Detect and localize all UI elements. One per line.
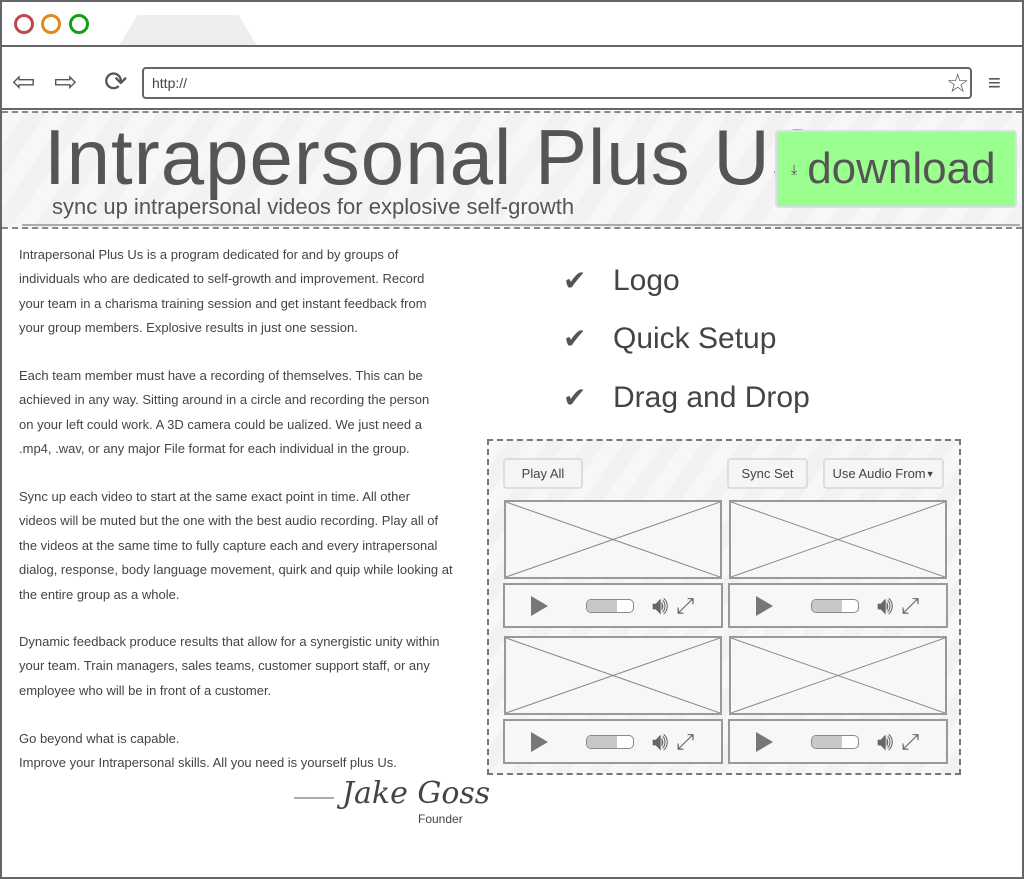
header-underline — [22, 224, 1020, 226]
text-line: your group members. Explosive results in… — [19, 320, 358, 336]
feature-item: Logo — [613, 264, 680, 297]
text-line: individuals who are dedicated to self-gr… — [19, 271, 425, 287]
text-line: Sync up each video to start at the same … — [19, 489, 410, 504]
play-icon[interactable] — [756, 595, 773, 616]
video-placeholder[interactable] — [504, 500, 722, 579]
text-line: the videos at the same time to fully cap… — [19, 537, 438, 553]
video-placeholder[interactable] — [729, 500, 947, 579]
play-all-button[interactable]: Play All — [503, 458, 583, 489]
text-line: Intrapersonal Plus Us is a program dedic… — [19, 247, 399, 262]
minimize-window-button[interactable] — [41, 14, 61, 34]
fullscreen-icon[interactable]: ⤢ — [676, 593, 694, 619]
reload-icon[interactable]: ⟳ — [104, 64, 127, 100]
back-arrow-icon[interactable]: ⇦ — [12, 64, 35, 100]
paragraph: Each team member must have a recording o… — [19, 364, 429, 462]
url-text: http:// — [152, 75, 188, 91]
play-icon[interactable] — [531, 595, 548, 616]
progress-fill — [812, 735, 842, 748]
download-label: download — [807, 144, 996, 193]
text-line: achieved in any way. Sitting around in a… — [19, 392, 430, 408]
text-line: .mp4, .wav, or any major File format for… — [19, 441, 410, 457]
audio-source-select[interactable]: Use Audio From ▼ — [823, 458, 944, 489]
tab-bar-divider — [0, 45, 1024, 47]
text-line: videos will be muted but the one with th… — [19, 513, 439, 529]
volume-icon[interactable]: 🔊︎ — [652, 590, 668, 622]
page-title: Intrapersonal Plus US — [44, 113, 824, 201]
paragraph: Intrapersonal Plus Us is a program dedic… — [19, 243, 427, 341]
fullscreen-icon[interactable]: ⤢ — [901, 729, 919, 755]
maximize-window-button[interactable] — [69, 14, 89, 34]
paragraph: Sync up each video to start at the same … — [19, 485, 453, 607]
dropdown-arrow-icon: ▼ — [925, 468, 935, 479]
checkmark-icon: ✔ — [563, 382, 587, 413]
fullscreen-icon[interactable]: ⤢ — [676, 729, 694, 755]
text-line: your team. Train managers, sales teams, … — [19, 658, 430, 674]
text-line: your team in a charisma training session… — [19, 295, 427, 311]
audio-source-label: Use Audio From — [832, 466, 926, 481]
feature-item: Quick Setup — [613, 322, 777, 355]
volume-icon[interactable]: 🔊︎ — [877, 590, 893, 622]
page-subtitle: sync up intrapersonal videos for explosi… — [52, 194, 575, 219]
checkmark-icon: ✔ — [563, 323, 587, 354]
signature-dash — [294, 797, 334, 799]
image-placeholder-icon — [505, 501, 721, 578]
text-line: the entire group as a whole. — [19, 586, 180, 602]
play-icon[interactable] — [756, 731, 773, 752]
forward-arrow-icon[interactable]: ⇨ — [54, 64, 77, 100]
nav-bar-divider — [0, 108, 1024, 110]
paragraph: Dynamic feedback produce results that al… — [19, 630, 440, 703]
video-controls: 🔊︎ ⤢ — [503, 719, 723, 764]
menu-icon[interactable]: ≡ — [988, 70, 1001, 96]
image-placeholder-icon — [730, 637, 946, 714]
sync-set-button[interactable]: Sync Set — [727, 458, 808, 489]
text-line: Dynamic feedback produce results that al… — [19, 634, 440, 649]
video-controls: 🔊︎ ⤢ — [728, 719, 948, 764]
text-line: Each team member must have a recording o… — [19, 368, 423, 383]
close-window-button[interactable] — [14, 14, 34, 34]
text-line: dialog, response, body language movement… — [19, 562, 453, 578]
volume-icon[interactable]: 🔊︎ — [877, 726, 893, 758]
download-icon: ⤓ — [791, 160, 798, 177]
image-placeholder-icon — [730, 501, 946, 578]
text-line: Improve your Intrapersonal skills. All y… — [19, 755, 397, 771]
image-placeholder-icon — [505, 637, 721, 714]
progress-fill — [812, 599, 842, 612]
signature-role: Founder — [418, 812, 463, 826]
progress-bar[interactable] — [586, 734, 634, 749]
progress-fill — [587, 599, 617, 612]
text-line: on your left could work. A 3D camera cou… — [19, 416, 422, 432]
play-icon[interactable] — [531, 731, 548, 752]
text-line: Go beyond what is capable. — [19, 731, 180, 746]
progress-bar[interactable] — [811, 598, 859, 613]
video-placeholder[interactable] — [729, 636, 947, 715]
bookmark-star-icon[interactable]: ☆ — [946, 68, 969, 99]
text-line: employee who will be in front of a custo… — [19, 682, 272, 698]
checkmark-icon: ✔ — [563, 265, 587, 296]
progress-fill — [587, 735, 617, 748]
video-placeholder[interactable] — [504, 636, 722, 715]
paragraph: Go beyond what is capable. Improve your I… — [19, 727, 397, 776]
video-controls: 🔊︎ ⤢ — [728, 583, 948, 628]
video-controls: 🔊︎ ⤢ — [503, 583, 723, 628]
signature: Jake Goss — [342, 776, 491, 811]
progress-bar[interactable] — [586, 598, 634, 613]
browser-tab[interactable] — [118, 15, 258, 47]
volume-icon[interactable]: 🔊︎ — [652, 726, 668, 758]
feature-item: Drag and Drop — [613, 381, 810, 414]
download-button[interactable]: ⤓ download — [775, 130, 1017, 208]
progress-bar[interactable] — [811, 734, 859, 749]
fullscreen-icon[interactable]: ⤢ — [901, 593, 919, 619]
url-input[interactable]: http:// — [142, 67, 972, 99]
